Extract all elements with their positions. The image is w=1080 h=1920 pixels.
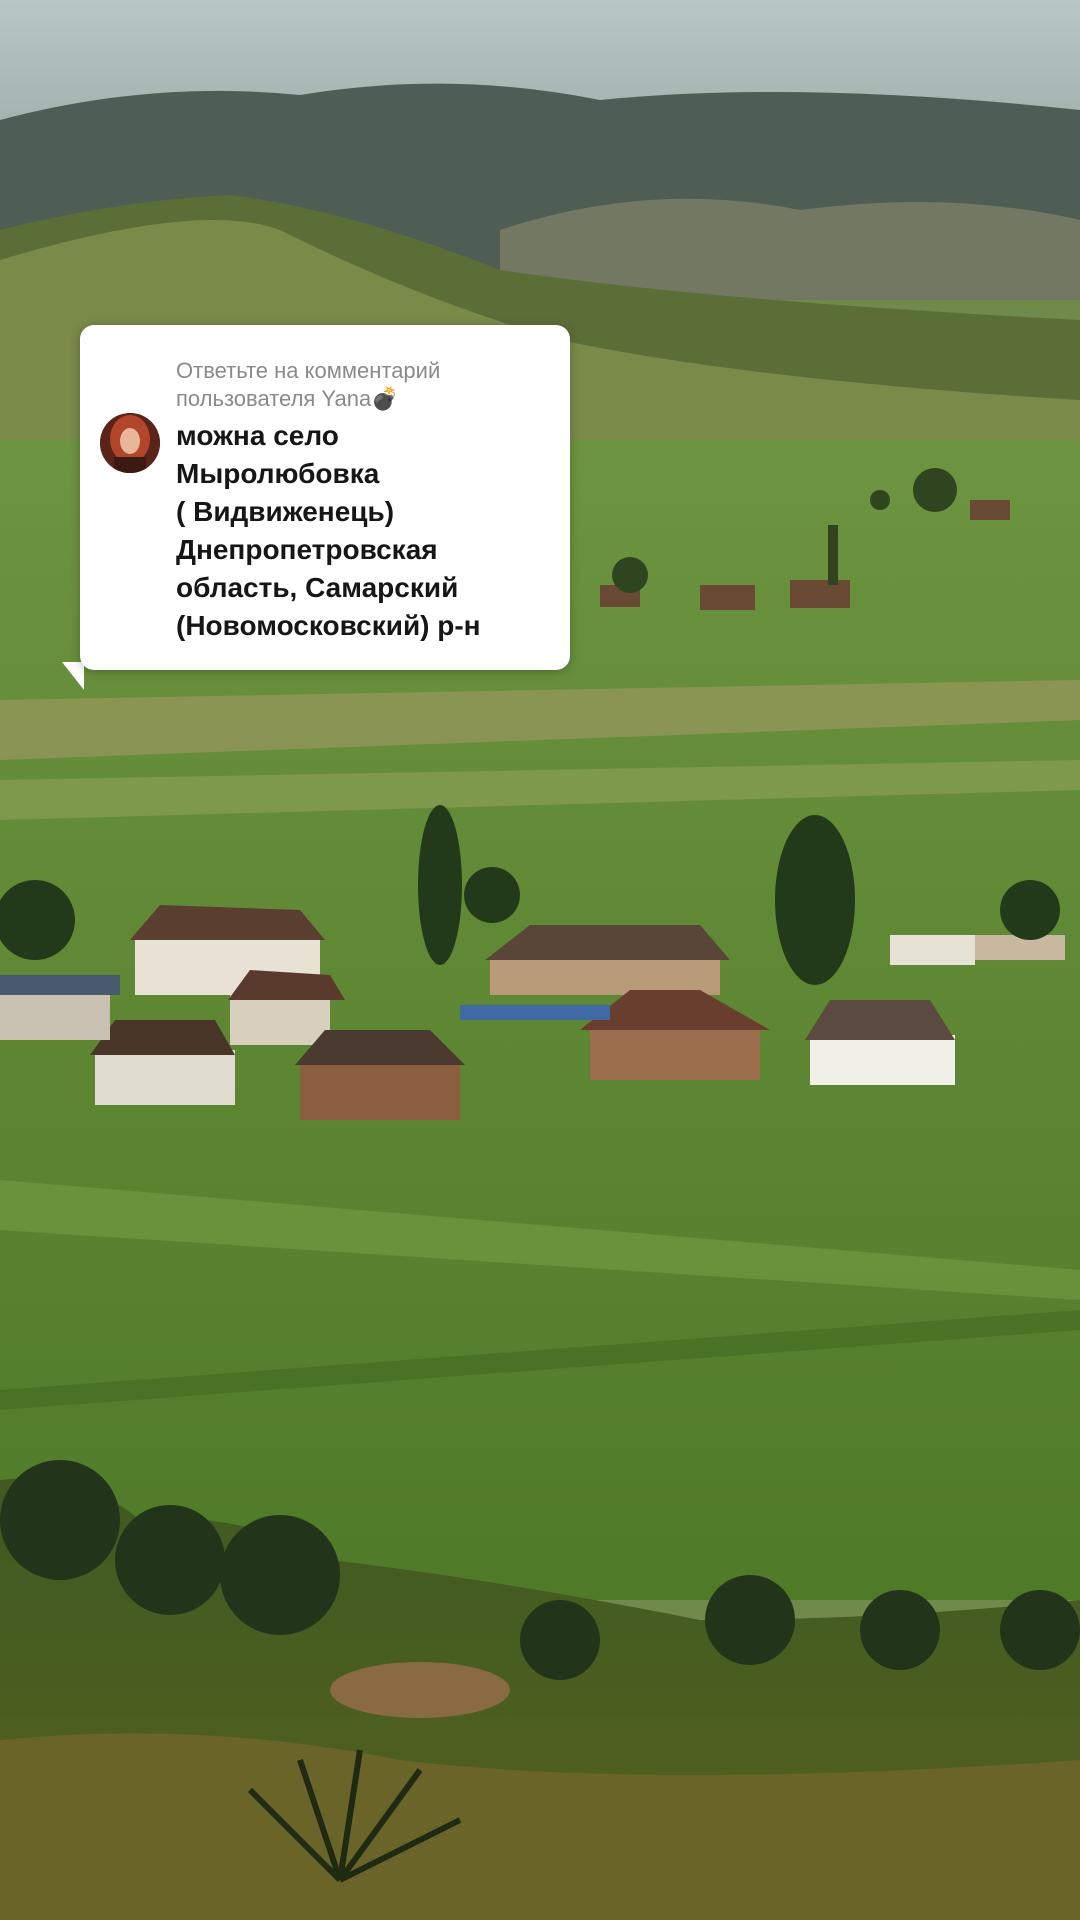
bomb-icon: 💣 xyxy=(371,386,399,411)
landscape-background xyxy=(0,0,1080,1920)
comment-reply-card[interactable]: Ответьте на комментарий пользователя Yan… xyxy=(80,325,570,670)
comment-card-tail xyxy=(62,662,84,690)
reply-to-label: Ответьте на комментарий пользователя Yan… xyxy=(176,357,546,413)
commenter-avatar[interactable] xyxy=(100,413,160,473)
comment-text: можна село Мыролюбовка ( Видвиженець) Дн… xyxy=(176,420,481,641)
avatar-image xyxy=(100,413,160,473)
reply-label-text: Ответьте на комментарий пользователя Yan… xyxy=(176,358,441,411)
